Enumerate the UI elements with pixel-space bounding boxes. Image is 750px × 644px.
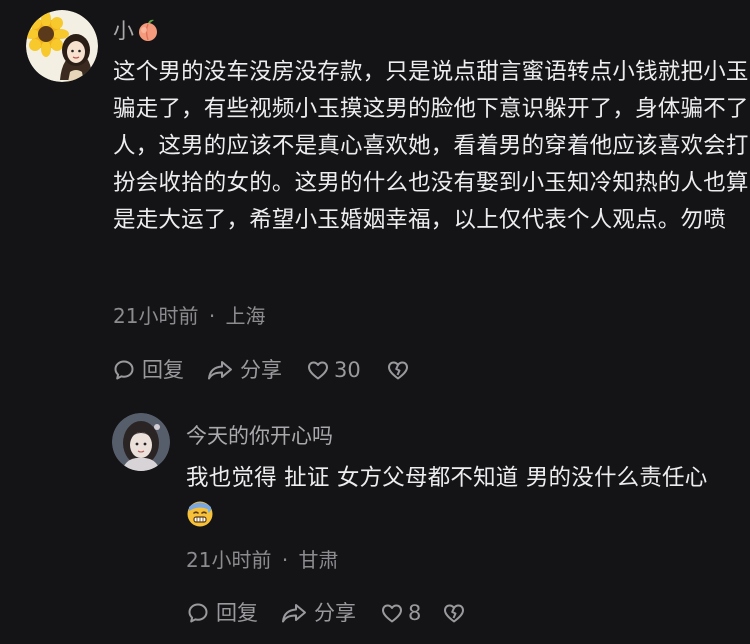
comment-author[interactable]: 小 [113,17,160,45]
chat-bubble-icon [188,603,208,623]
like-count: 8 [408,601,422,625]
dislike-button[interactable] [386,354,410,386]
comment-location: 上海 [225,304,266,328]
heart-icon [308,361,328,380]
like-button[interactable]: 8 [380,597,421,629]
author-name: 小 [113,19,134,43]
comment-meta: 21小时前 · 上海 [113,302,266,330]
reply-text-content: 我也觉得 扯证 女方父母都不知道 男的没什么责任心 [186,465,708,491]
comment-actions: 回复 分享 30 [112,354,432,386]
avatar[interactable] [26,10,98,82]
reply-button[interactable]: 回复 [186,597,258,629]
like-count: 30 [334,358,361,382]
avatar-image [26,10,98,82]
reply: 今天的你开心吗 我也觉得 扯证 女方父母都不知道 男的没什么责任心 21小时前 … [0,400,750,644]
broken-heart-icon [444,604,464,623]
avatar-image [112,413,170,471]
meta-separator: · [208,304,216,328]
share-button[interactable]: 分享 [206,354,282,386]
share-label: 分享 [314,601,356,625]
share-arrow-icon [282,604,306,623]
share-button[interactable]: 分享 [280,597,356,629]
comment: 小 这个男的没车没房没存款，只是说点甜言蜜语转点小钱就把小玉骗走了，有些视频小玉… [0,0,750,400]
broken-heart-icon [388,361,408,380]
reply-label: 回复 [142,358,184,382]
reply-location: 甘肃 [298,548,339,572]
share-label: 分享 [240,358,282,382]
reply-actions: 回复 分享 8 [186,597,486,629]
dislike-button[interactable] [442,597,466,629]
meta-separator: · [281,548,289,572]
reply-label: 回复 [216,601,258,625]
reply-author[interactable]: 今天的你开心吗 [186,422,333,450]
comment-time: 21小时前 [113,304,199,328]
reply-meta: 21小时前 · 甘肃 [186,546,339,574]
share-arrow-icon [208,361,232,380]
reply-avatar[interactable] [112,413,170,471]
comment-text: 这个男的没车没房没存款，只是说点甜言蜜语转点小钱就把小玉骗走了，有些视频小玉摸这… [113,59,749,233]
chat-bubble-icon [114,360,134,380]
reply-time: 21小时前 [186,548,272,572]
peach-emoji [139,19,157,41]
reply-button[interactable]: 回复 [112,354,184,386]
heart-icon [382,604,402,623]
cold-sweat-emoji [187,501,213,527]
like-button[interactable]: 30 [306,354,361,386]
reply-text: 我也觉得 扯证 女方父母都不知道 男的没什么责任心 [186,460,746,534]
